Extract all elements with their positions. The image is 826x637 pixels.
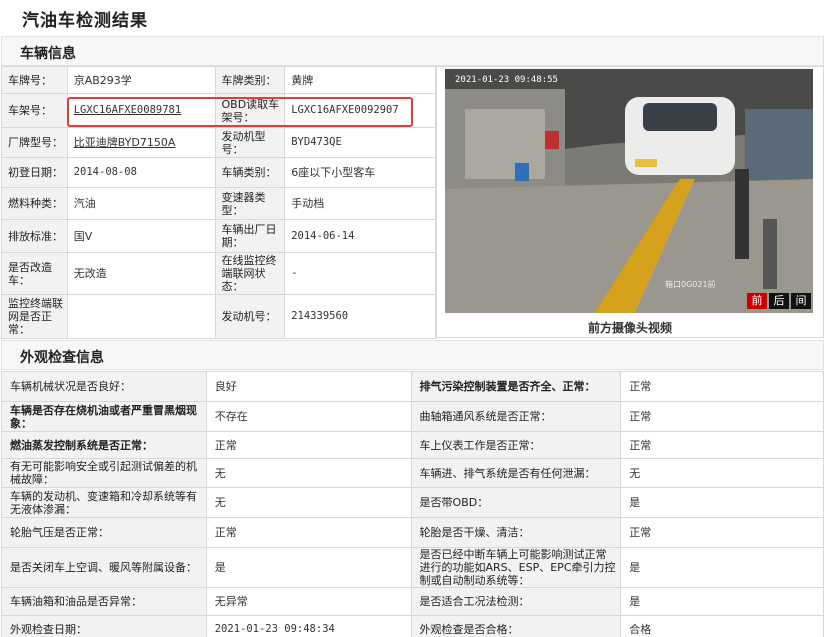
exam-label: 轮胎气压是否正常： (1, 517, 207, 548)
exam-value: 无异常 (205, 587, 412, 616)
register-date-value: 2014-08-08 (66, 157, 216, 188)
exam-value: 正常 (620, 517, 824, 548)
table-row: 监控终端联网是否正常： 发动机号： 214339560 (1, 294, 436, 339)
exam-label: 轮胎是否干燥、清洁： (410, 517, 622, 548)
table-row: 排放标准： 国V 车辆出厂日期： 2014-06-14 (1, 219, 436, 253)
exam-label: 曲轴箱通风系统是否正常： (410, 401, 622, 432)
table-row: 是否改造车： 无改造 在线监控终端联网状态： - (1, 252, 436, 295)
exam-date-value: 2021-01-23 09:48:34 (205, 615, 412, 637)
page-title: 汽油车检测结果 (22, 11, 148, 31)
exam-label: 燃油蒸发控制系统是否正常： (1, 431, 207, 459)
table-row: 有无可能影响安全或引起测试偏差的机械故障： 无 车辆进、排气系统是否有任何泄漏：… (1, 458, 824, 488)
vehicle-class-label: 车辆类别： (214, 157, 286, 188)
exam-value: 正常 (620, 401, 824, 432)
camera-panel: 2021-01-23 09:48:55 箱口0G021前 前 后 间 前方摄像头… (436, 66, 824, 338)
exam-label: 是否带OBD： (410, 487, 622, 518)
engine-number-value: 214339560 (284, 294, 436, 339)
table-row: 燃油蒸发控制系统是否正常： 正常 车上仪表工作是否正常： 正常 (1, 431, 824, 459)
exam-value: 是 (620, 547, 824, 588)
exam-label: 是否已经中断车辆上可能影响测试正常进行的功能如ARS、ESP、EPC牵引力控制或… (410, 547, 622, 588)
exam-label: 是否关闭车上空调、暖风等附属设备： (1, 547, 207, 588)
vehicle-info-header: 车辆信息 (1, 36, 824, 66)
camera-front-button[interactable]: 前 (747, 293, 767, 309)
exam-label: 有无可能影响安全或引起测试偏差的机械故障： (1, 458, 207, 488)
exam-value: 正常 (620, 371, 824, 402)
camera-switch-group: 前 后 间 (747, 293, 811, 309)
model-link[interactable]: 比亚迪牌BYD7150A (74, 136, 176, 149)
fuel-type-value: 汽油 (66, 187, 216, 220)
table-row: 是否关闭车上空调、暖风等附属设备： 是 是否已经中断车辆上可能影响测试正常进行的… (1, 547, 824, 588)
exam-value: 无 (205, 458, 412, 488)
monitor-network-label: 监控终端联网是否正常： (1, 294, 68, 339)
exam-pass-label: 外观检查是否合格： (410, 615, 622, 637)
emission-standard-label: 排放标准： (1, 219, 68, 253)
exam-value: 不存在 (205, 401, 412, 432)
exam-value: 正常 (205, 431, 412, 459)
table-row: 车辆油箱和油品是否异常： 无异常 是否适合工况法检测： 是 (1, 587, 824, 616)
modified-value: 无改造 (66, 252, 216, 295)
front-camera-image[interactable]: 2021-01-23 09:48:55 箱口0G021前 前 后 间 (445, 69, 813, 313)
exam-date-label: 外观检查日期： (1, 615, 207, 637)
plate-number-value: 京AB293学 (66, 66, 216, 94)
exterior-info-header: 外观检查信息 (1, 340, 824, 370)
table-row: 燃料种类： 汽油 变速器类型： 手动档 (1, 187, 436, 220)
camera-caption: 前方摄像头视频 (587, 321, 672, 335)
vehicle-info-title: 车辆信息 (20, 46, 76, 62)
exam-value: 是 (205, 547, 412, 588)
factory-date-label: 车辆出厂日期： (214, 219, 286, 253)
exam-label: 车辆的发动机、变速箱和冷却系统等有无液体渗漏： (1, 487, 207, 518)
factory-date-value: 2014-06-14 (284, 219, 436, 253)
exam-value: 良好 (205, 371, 412, 402)
camera-location-label: 箱口0G021前 (665, 280, 716, 289)
camera-rear-button[interactable]: 后 (769, 293, 789, 309)
vin-label: 车架号： (1, 93, 68, 128)
monitor-status-value: - (284, 252, 436, 295)
camera-timestamp: 2021-01-23 09:48:55 (455, 75, 558, 85)
vin-highlight-box (67, 97, 413, 127)
plate-type-label: 车牌类别： (214, 66, 286, 94)
monitor-status-label: 在线监控终端联网状态： (214, 252, 286, 295)
table-row: 车辆是否存在烧机油或者严重冒黑烟现象： 不存在 曲轴箱通风系统是否正常： 正常 (1, 401, 824, 432)
table-row: 车辆的发动机、变速箱和冷却系统等有无液体渗漏： 无 是否带OBD： 是 (1, 487, 824, 518)
exam-value: 无 (205, 487, 412, 518)
exam-label: 是否适合工况法检测： (410, 587, 622, 616)
exterior-info-title: 外观检查信息 (20, 350, 104, 366)
transmission-label: 变速器类型： (214, 187, 286, 220)
table-row: 初登日期： 2014-08-08 车辆类别： 6座以下小型客车 (1, 157, 436, 188)
table-row: 轮胎气压是否正常： 正常 轮胎是否干燥、清洁： 正常 (1, 517, 824, 548)
plate-number-label: 车牌号： (1, 66, 68, 94)
exam-label: 车上仪表工作是否正常： (410, 431, 622, 459)
exam-value: 正常 (620, 431, 824, 459)
modified-label: 是否改造车： (1, 252, 68, 295)
exam-value: 是 (620, 587, 824, 616)
table-row: 外观检查日期： 2021-01-23 09:48:34 外观检查是否合格： 合格 (1, 615, 824, 637)
camera-middle-button[interactable]: 间 (791, 293, 811, 309)
exam-pass-value: 合格 (620, 615, 824, 637)
table-row: 厂牌型号： 比亚迪牌BYD7150A 发动机型号： BYD473QE (1, 127, 436, 158)
emission-standard-value: 国V (66, 219, 216, 253)
fuel-type-label: 燃料种类： (1, 187, 68, 220)
engine-number-label: 发动机号： (214, 294, 286, 339)
model-label: 厂牌型号： (1, 127, 68, 158)
exam-value: 是 (620, 487, 824, 518)
plate-type-value: 黄牌 (284, 66, 436, 94)
exam-label: 排气污染控制装置是否齐全、正常： (410, 371, 622, 402)
engine-model-label: 发动机型号： (214, 127, 286, 158)
model-value[interactable]: 比亚迪牌BYD7150A (66, 127, 216, 158)
register-date-label: 初登日期： (1, 157, 68, 188)
engine-model-value: BYD473QE (284, 127, 436, 158)
exam-value: 正常 (205, 517, 412, 548)
table-row: 车牌号： 京AB293学 车牌类别： 黄牌 (1, 66, 436, 94)
camera-scene (445, 69, 813, 313)
exterior-check-table: 车辆机械状况是否良好： 良好 排气污染控制装置是否齐全、正常： 正常 车辆是否存… (1, 371, 824, 637)
monitor-network-value (66, 294, 216, 339)
exam-label: 车辆机械状况是否良好： (1, 371, 207, 402)
exam-label: 车辆油箱和油品是否异常： (1, 587, 207, 616)
table-row: 车辆机械状况是否良好： 良好 排气污染控制装置是否齐全、正常： 正常 (1, 371, 824, 402)
exam-value: 无 (620, 458, 824, 488)
exam-label: 车辆进、排气系统是否有任何泄漏： (410, 458, 622, 488)
vehicle-class-value: 6座以下小型客车 (284, 157, 436, 188)
exam-label: 车辆是否存在烧机油或者严重冒黑烟现象： (1, 401, 207, 432)
transmission-value: 手动档 (284, 187, 436, 220)
